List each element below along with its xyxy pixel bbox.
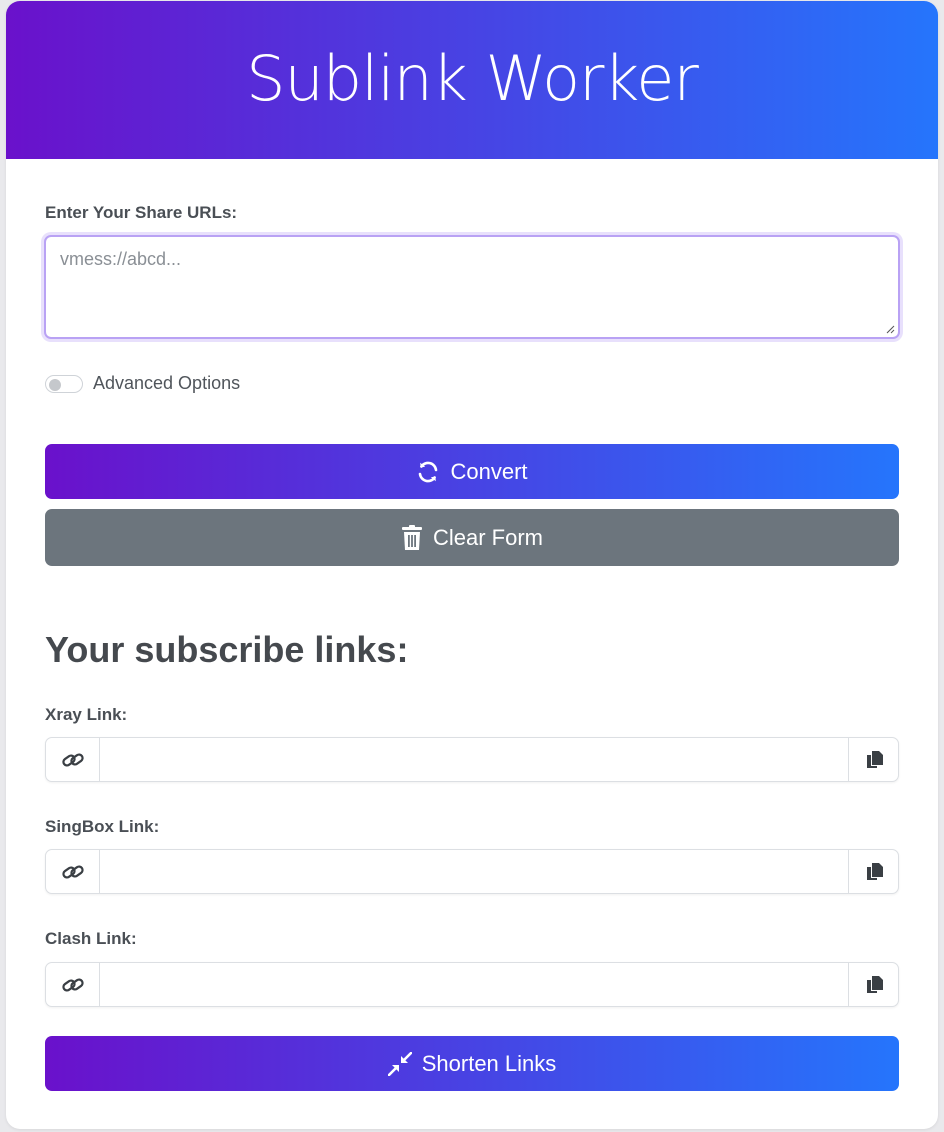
copy-icon bbox=[866, 862, 883, 880]
clear-form-label: Clear Form bbox=[432, 524, 543, 550]
sync-icon bbox=[419, 461, 438, 482]
singbox-link-input[interactable] bbox=[100, 850, 848, 893]
share-urls-textarea[interactable] bbox=[46, 237, 898, 337]
singbox-copy-button[interactable] bbox=[848, 850, 898, 893]
xray-link-group bbox=[45, 737, 899, 782]
shorten-links-label: Shorten Links bbox=[421, 1050, 557, 1076]
form-body: Enter Your Share URLs: Advanced Options … bbox=[6, 159, 938, 1129]
share-urls-label: Enter Your Share URLs: bbox=[45, 203, 238, 222]
xray-copy-button[interactable] bbox=[848, 738, 898, 781]
clash-link-group bbox=[45, 962, 899, 1007]
share-urls-field bbox=[44, 235, 900, 339]
clash-link-input[interactable] bbox=[100, 963, 848, 1006]
copy-icon bbox=[866, 750, 883, 768]
advanced-options-row: Advanced Options bbox=[45, 373, 240, 394]
trash-icon bbox=[401, 524, 422, 550]
clash-link-label: Clash Link: bbox=[45, 929, 137, 948]
clash-copy-button[interactable] bbox=[848, 963, 898, 1006]
shorten-links-button[interactable]: Shorten Links bbox=[45, 1036, 899, 1091]
link-icon bbox=[61, 752, 84, 767]
copy-icon bbox=[866, 975, 883, 993]
header-banner: Sublink Worker bbox=[6, 1, 938, 159]
xray-link-prefix bbox=[46, 738, 100, 781]
clash-link-prefix bbox=[46, 963, 100, 1006]
singbox-link-group bbox=[45, 849, 899, 894]
convert-label: Convert bbox=[450, 458, 528, 484]
resize-grip-icon[interactable] bbox=[885, 324, 895, 334]
convert-button[interactable]: Convert bbox=[45, 444, 899, 499]
singbox-link-label: SingBox Link: bbox=[45, 817, 160, 836]
toggle-knob bbox=[49, 378, 61, 391]
main-card: Sublink Worker Enter Your Share URLs: Ad… bbox=[6, 1, 938, 1129]
clear-form-button[interactable]: Clear Form bbox=[45, 509, 899, 566]
advanced-options-label: Advanced Options bbox=[93, 373, 241, 393]
singbox-link-prefix bbox=[46, 850, 100, 893]
compress-icon bbox=[387, 1051, 412, 1076]
advanced-options-toggle[interactable] bbox=[45, 374, 83, 393]
page-title: Sublink Worker bbox=[246, 41, 699, 115]
link-icon bbox=[61, 977, 84, 992]
xray-link-label: Xray Link: bbox=[45, 705, 128, 724]
link-icon bbox=[61, 864, 84, 879]
xray-link-input[interactable] bbox=[100, 738, 848, 781]
subscribe-links-title: Your subscribe links: bbox=[45, 629, 409, 670]
